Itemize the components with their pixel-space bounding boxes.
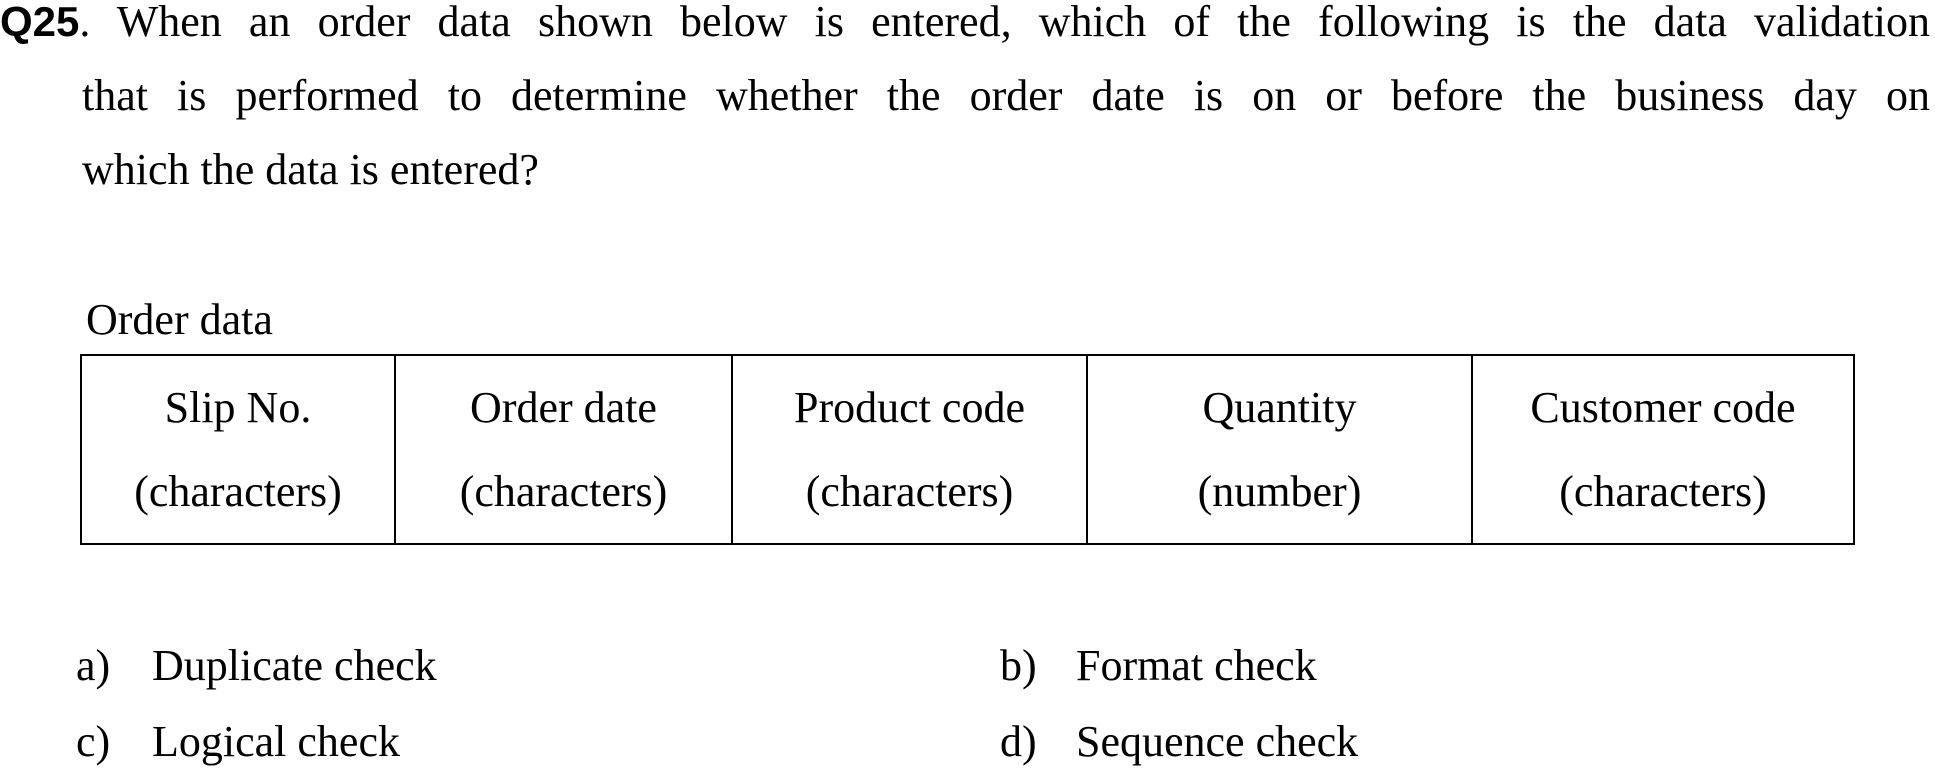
column-slip-no: Slip No. (characters) <box>80 354 396 545</box>
table-row: Slip No. (characters) Order date (charac… <box>80 354 1855 545</box>
column-type: (characters) <box>805 466 1014 516</box>
question-line-1: Q25. When an order data shown below is e… <box>0 0 1930 59</box>
column-name: Quantity <box>1202 382 1357 432</box>
question-line-3: which the data is entered? <box>82 145 539 194</box>
column-name: Order date <box>470 382 657 432</box>
column-product-code: Product code (characters) <box>731 354 1088 545</box>
column-name: Product code <box>794 382 1025 432</box>
question-line-1-text: . When an order data shown below is ente… <box>79 0 1930 46</box>
column-customer-code: Customer code (characters) <box>1471 354 1855 545</box>
column-quantity: Quantity (number) <box>1086 354 1473 545</box>
column-order-date: Order date (characters) <box>394 354 733 545</box>
table-caption: Order data <box>86 295 273 344</box>
option-letter: b) <box>1000 641 1037 690</box>
option-letter: c) <box>76 717 111 766</box>
column-type: (characters) <box>459 466 668 516</box>
order-data-table: Slip No. (characters) Order date (charac… <box>80 354 1855 545</box>
option-letter: d) <box>1000 717 1037 766</box>
option-text: Sequence check <box>1076 717 1359 766</box>
column-name: Slip No. <box>164 382 312 432</box>
column-type: (number) <box>1197 466 1362 516</box>
option-text: Duplicate check <box>152 641 437 690</box>
option-text: Logical check <box>152 717 400 766</box>
column-name: Customer code <box>1530 382 1796 432</box>
option-letter: a) <box>76 641 111 690</box>
option-text: Format check <box>1076 641 1317 690</box>
question-number: Q25 <box>0 0 80 45</box>
column-type: (characters) <box>1559 466 1767 516</box>
column-type: (characters) <box>134 466 342 516</box>
question-line-2: that is performed to determine whether t… <box>82 71 1930 120</box>
